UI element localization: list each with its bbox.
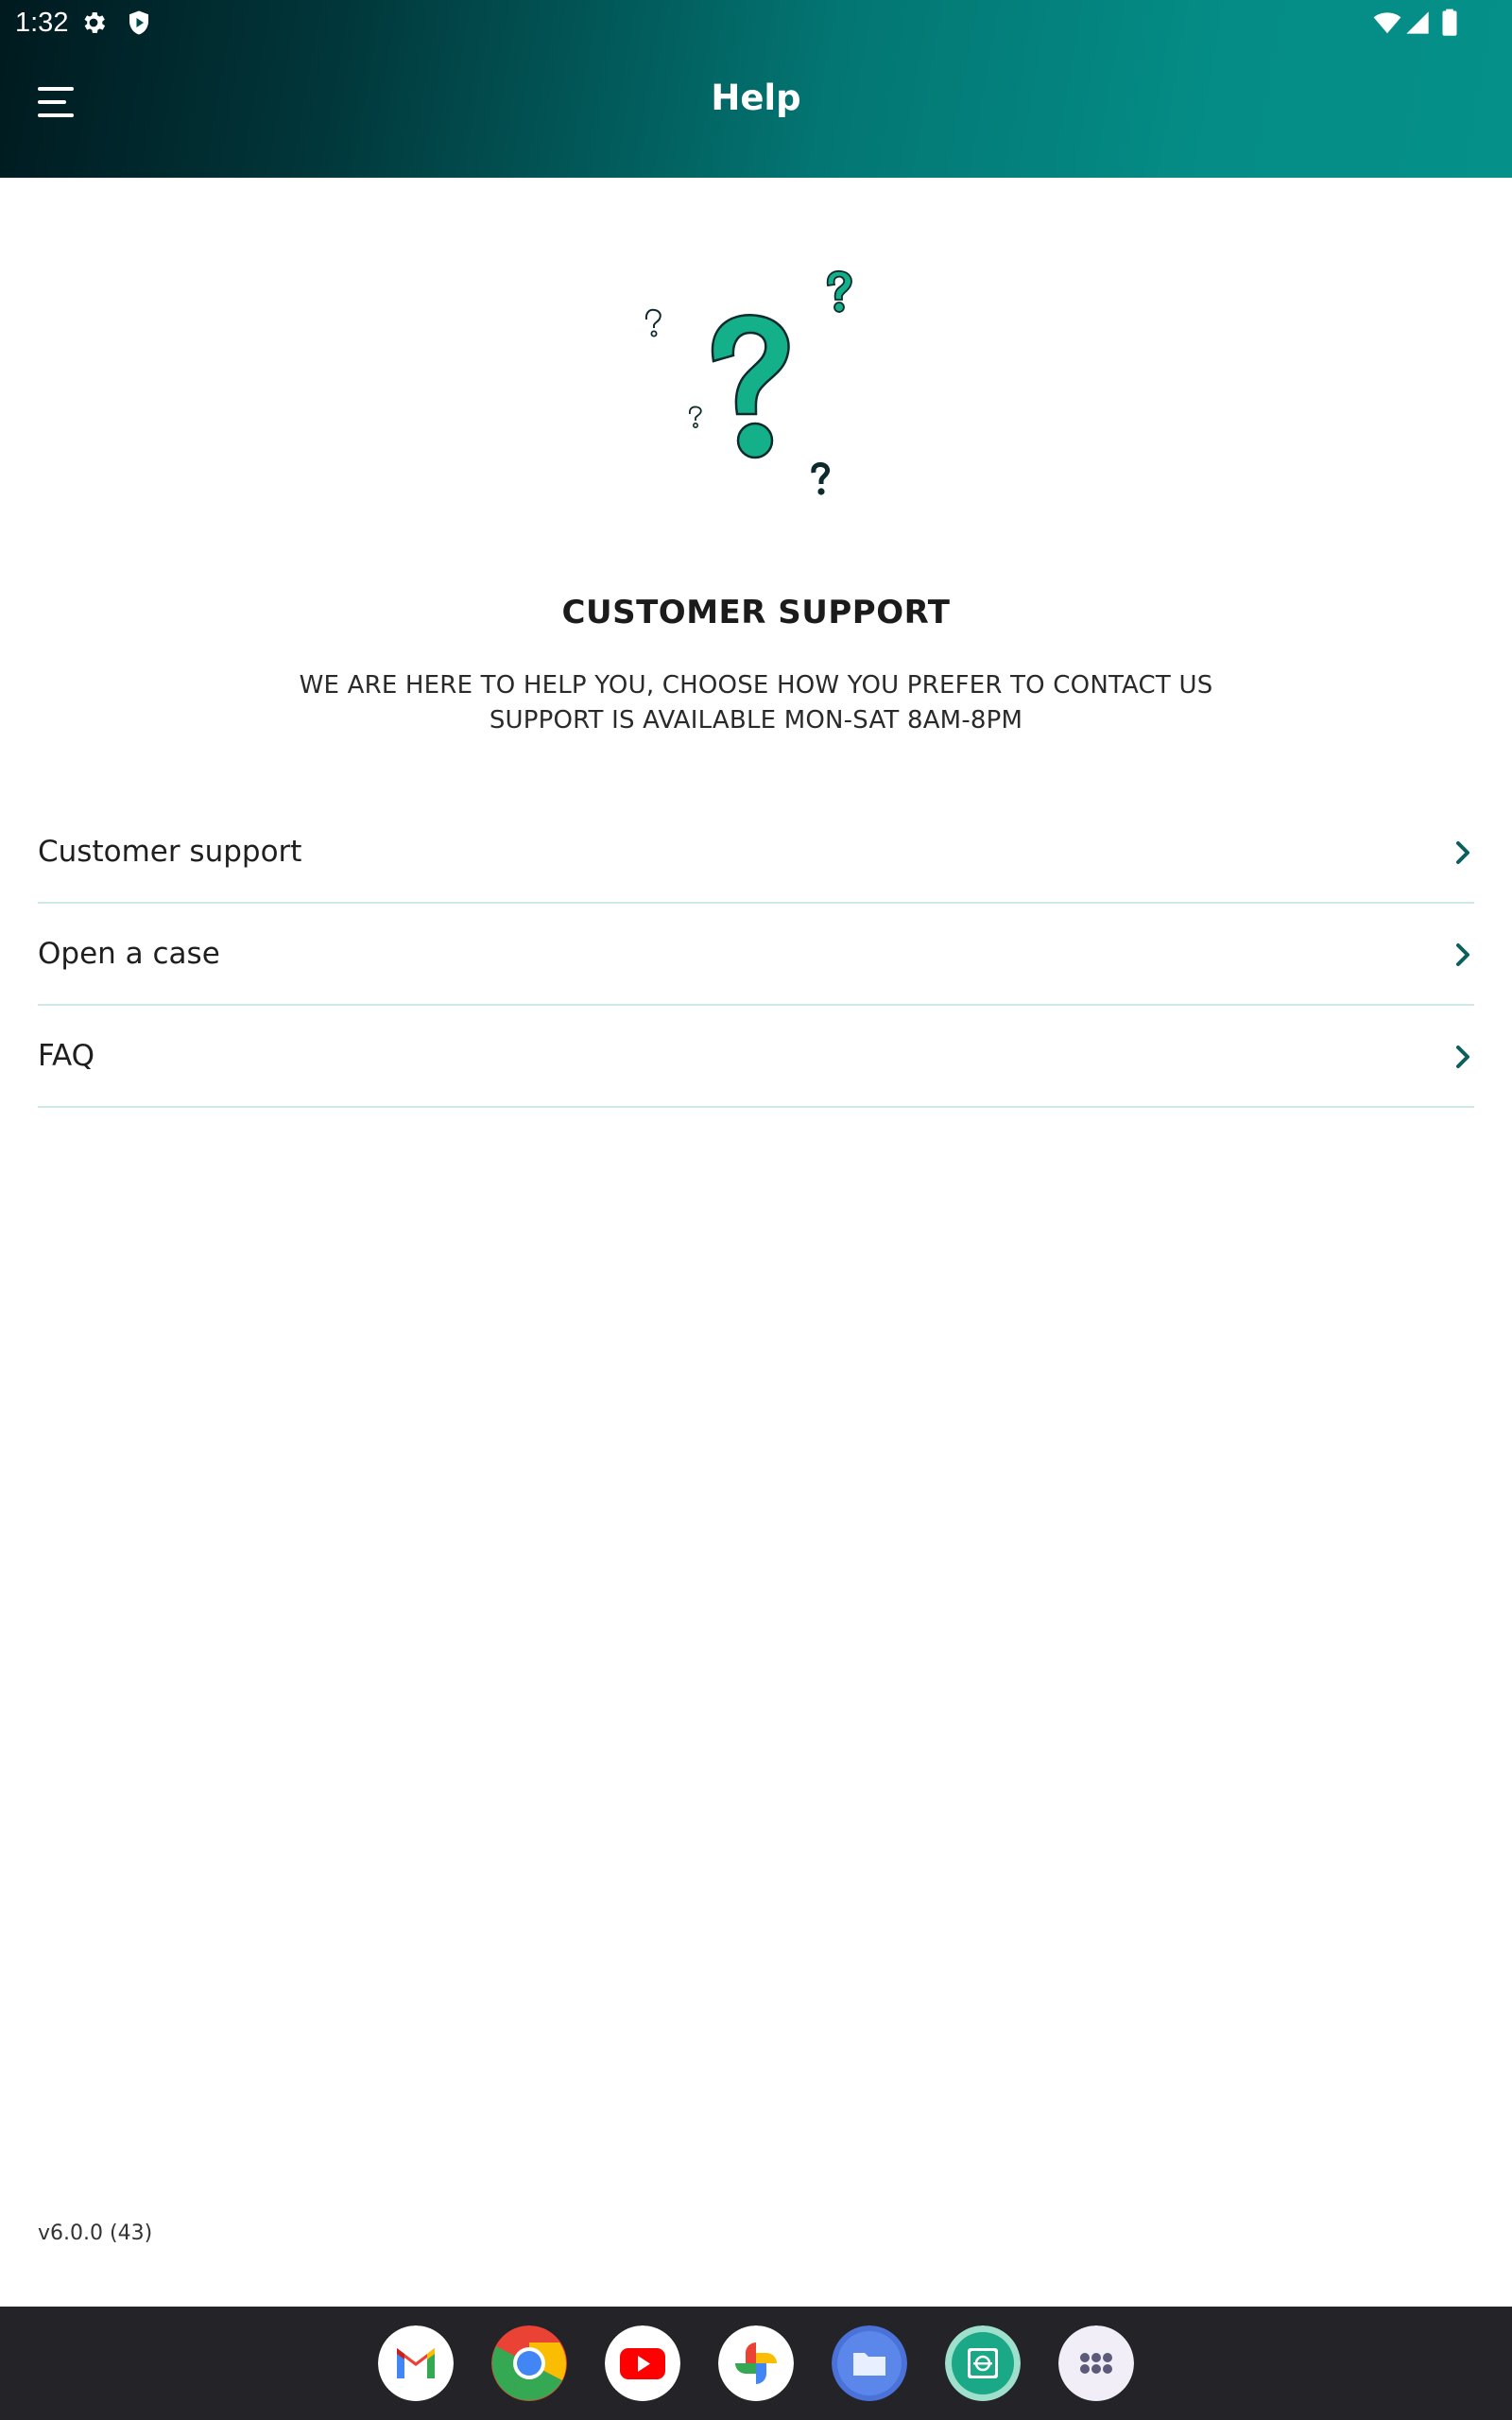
- support-hours: SUPPORT IS AVAILABLE MON-SAT 8AM-8PM: [489, 706, 1023, 735]
- list-item-open-a-case[interactable]: Open a case: [38, 904, 1474, 1006]
- list-item-customer-support[interactable]: Customer support: [38, 802, 1474, 904]
- list-item-label: Open a case: [38, 937, 220, 971]
- app-drawer-icon[interactable]: [1058, 2325, 1134, 2401]
- status-time: 1:32: [15, 8, 69, 38]
- chevron-right-icon: [1456, 841, 1469, 864]
- chevron-right-icon: [1456, 943, 1469, 966]
- chrome-icon[interactable]: [491, 2325, 567, 2401]
- app-icon[interactable]: [945, 2325, 1021, 2401]
- list-item-faq[interactable]: FAQ: [38, 1006, 1474, 1108]
- shield-icon: [129, 10, 148, 35]
- photos-icon[interactable]: [718, 2325, 794, 2401]
- chevron-right-icon: [1456, 1046, 1469, 1068]
- wifi-icon: [1373, 12, 1401, 34]
- page-title: Help: [711, 78, 801, 118]
- list-item-label: FAQ: [38, 1039, 95, 1073]
- youtube-icon[interactable]: [605, 2325, 680, 2401]
- files-icon[interactable]: [832, 2325, 907, 2401]
- battery-icon: [1442, 9, 1457, 36]
- support-description: WE ARE HERE TO HELP YOU, CHOOSE HOW YOU …: [299, 671, 1213, 700]
- list-item-label: Customer support: [38, 835, 302, 869]
- help-options-list: Customer support Open a case FAQ: [38, 802, 1474, 1108]
- app-version: v6.0.0 (43): [38, 2221, 153, 2245]
- app-header: 1:32 Help: [0, 0, 1512, 178]
- gmail-icon[interactable]: [378, 2325, 454, 2401]
- section-title: CUSTOMER SUPPORT: [561, 594, 951, 631]
- status-bar: 1:32: [0, 0, 1512, 47]
- app-dock: [0, 2307, 1512, 2420]
- settings-icon: [84, 12, 106, 33]
- signal-icon: [1406, 11, 1429, 34]
- question-marks-illustration: [644, 269, 852, 495]
